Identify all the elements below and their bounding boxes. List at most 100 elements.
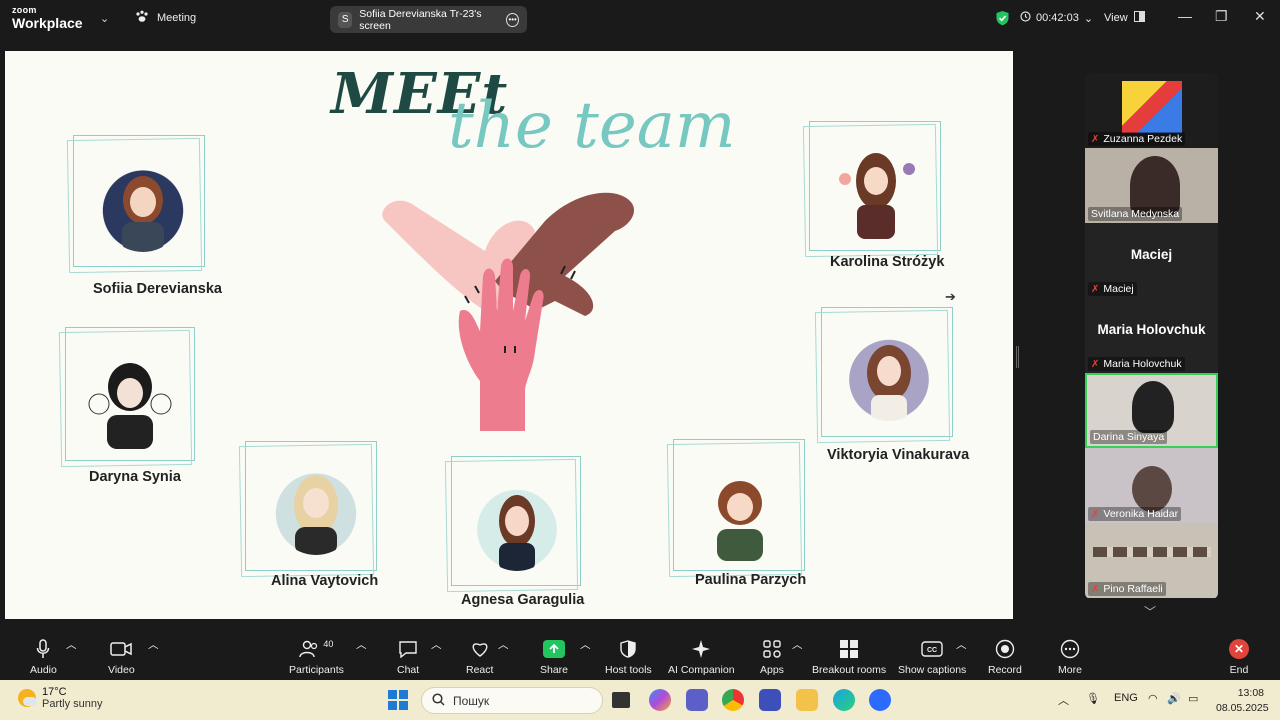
- video-tile[interactable]: Svitlana Medynska: [1085, 148, 1218, 223]
- screen-share-pill[interactable]: S Sofiia Derevianska Tr-23's screen •••: [330, 6, 527, 33]
- participants-label: Participants: [289, 664, 344, 676]
- volume-icon[interactable]: 🔊: [1167, 692, 1181, 705]
- captions-icon: CC: [921, 637, 943, 661]
- participant-label: Darina Sinyaya: [1090, 430, 1168, 444]
- ai-companion-button[interactable]: AI Companion: [668, 637, 735, 676]
- view-label: View: [1104, 12, 1128, 24]
- wifi-icon[interactable]: ◠: [1148, 692, 1158, 705]
- video-tile[interactable]: ✗ Pino Raffaeli: [1085, 523, 1218, 598]
- participant-video: [1132, 466, 1172, 512]
- end-label: End: [1229, 664, 1249, 676]
- video-tile[interactable]: ✗ Veronika Haidar: [1085, 448, 1218, 523]
- video-tile[interactable]: Maria Holovchuk ✗ Maria Holovchuk: [1085, 298, 1218, 373]
- apps-options-caret[interactable]: ︿: [792, 637, 803, 652]
- captions-options-caret[interactable]: ︿: [956, 637, 967, 652]
- windows-start-icon[interactable]: [388, 690, 408, 715]
- participants-count: 40: [323, 639, 334, 649]
- zoom-logo[interactable]: zoom Workplace: [12, 6, 83, 31]
- more-icon: [1060, 637, 1080, 661]
- breakout-rooms-button[interactable]: Breakout rooms: [812, 637, 886, 676]
- more-label: More: [1058, 664, 1082, 676]
- show-captions-label: Show captions: [898, 664, 967, 676]
- shield-icon: [620, 637, 637, 661]
- chrome-icon[interactable]: [722, 689, 744, 711]
- mic-muted-icon: ✗: [1091, 508, 1100, 520]
- file-explorer-icon[interactable]: [796, 689, 818, 711]
- react-options-caret[interactable]: ︿: [498, 637, 509, 652]
- end-meeting-button[interactable]: ✕ End: [1229, 637, 1249, 676]
- maximize-icon[interactable]: ❐: [1215, 8, 1228, 25]
- task-view-icon[interactable]: [612, 692, 630, 708]
- meeting-label: Meeting: [157, 12, 197, 24]
- participants-button[interactable]: 40 Participants: [289, 637, 344, 676]
- meeting-timer[interactable]: 00:42:03 ⌄: [1020, 11, 1093, 25]
- participant-gallery[interactable]: ✗ Zuzanna Pezdek Svitlana Medynska Maciej…: [1085, 73, 1218, 599]
- weather-temperature: 17°C: [42, 686, 67, 698]
- edge-icon[interactable]: [833, 689, 855, 711]
- shared-screen[interactable]: MEEt the team Sofiia Derevianska Daryna …: [5, 51, 1013, 619]
- member-portrait: [100, 160, 186, 252]
- participant-label: ✗ Veronika Haidar: [1088, 507, 1182, 521]
- panel-resize-handle[interactable]: [1016, 346, 1019, 368]
- search-placeholder: Пошук: [453, 693, 490, 708]
- arrow-right-icon: ➔: [945, 289, 956, 304]
- clock-time: 13:08: [1237, 687, 1264, 699]
- save-icon[interactable]: [759, 689, 781, 711]
- close-icon[interactable]: ✕: [1254, 8, 1266, 25]
- taskbar-search[interactable]: Пошук: [421, 687, 603, 714]
- video-tile[interactable]: ✗ Zuzanna Pezdek: [1085, 73, 1218, 148]
- video-tile-active-speaker[interactable]: Darina Sinyaya: [1085, 373, 1218, 448]
- react-button[interactable]: React: [466, 637, 493, 676]
- zoom-app-icon[interactable]: [869, 689, 891, 711]
- host-tools-label: Host tools: [605, 664, 652, 676]
- apps-button[interactable]: Apps: [760, 637, 784, 676]
- view-button[interactable]: View: [1104, 11, 1145, 25]
- audio-button[interactable]: Audio: [30, 637, 57, 676]
- apps-icon: [762, 637, 782, 661]
- teams-icon[interactable]: [686, 689, 708, 711]
- minimize-icon[interactable]: —: [1178, 8, 1192, 24]
- microphone-icon[interactable]: 🎙: [1086, 692, 1100, 705]
- weather-widget[interactable]: 17°C Partly sunny: [18, 686, 103, 710]
- chevron-down-icon[interactable]: ⌄: [100, 12, 109, 25]
- participant-video: [1132, 381, 1174, 433]
- record-button[interactable]: Record: [988, 637, 1022, 676]
- host-tools-button[interactable]: Host tools: [605, 637, 652, 676]
- more-options-icon[interactable]: •••: [506, 12, 519, 27]
- chat-icon: [398, 637, 418, 661]
- system-clock[interactable]: 13:08 08.05.2025: [1216, 686, 1269, 715]
- slide-title-team: the team: [448, 89, 736, 163]
- encryption-shield-icon[interactable]: [995, 10, 1010, 31]
- video-camera-icon: [110, 637, 133, 661]
- participant-label: ✗ Zuzanna Pezdek: [1088, 132, 1186, 146]
- share-options-caret[interactable]: ︿: [580, 637, 591, 652]
- chevron-up-icon[interactable]: ︿: [1058, 692, 1069, 708]
- participant-big-name: Maciej: [1130, 247, 1173, 262]
- language-indicator[interactable]: ENG: [1114, 692, 1138, 704]
- video-button[interactable]: Video: [108, 637, 135, 676]
- logo-big-text: Workplace: [12, 15, 83, 31]
- participant-video: [1093, 547, 1211, 557]
- more-button[interactable]: More: [1058, 637, 1082, 676]
- weather-condition: Partly sunny: [42, 698, 103, 710]
- grid-icon: [1133, 11, 1145, 25]
- video-tile[interactable]: Maciej ✗ Maciej: [1085, 223, 1218, 298]
- audio-options-caret[interactable]: ︿: [66, 637, 77, 652]
- partly-sunny-icon: [18, 689, 37, 707]
- chat-options-caret[interactable]: ︿: [431, 637, 442, 652]
- member-portrait: [833, 139, 919, 239]
- participants-options-caret[interactable]: ︿: [356, 637, 367, 652]
- meeting-menu-button[interactable]: Meeting: [135, 10, 196, 26]
- video-options-caret[interactable]: ︿: [148, 637, 159, 652]
- battery-icon[interactable]: ▭: [1188, 692, 1198, 705]
- copilot-icon[interactable]: [649, 689, 671, 711]
- record-label: Record: [988, 664, 1022, 676]
- share-button[interactable]: Share: [540, 637, 568, 676]
- share-label: Share: [540, 664, 569, 676]
- windows-taskbar: 17°C Partly sunny Пошук ︿ 🎙 ENG ◠ 🔊 ▭ 13…: [0, 680, 1280, 720]
- apps-label: Apps: [760, 664, 784, 676]
- chevron-down-icon[interactable]: ﹀: [1144, 603, 1156, 620]
- mic-muted-icon: ✗: [1091, 583, 1100, 595]
- chat-button[interactable]: Chat: [397, 637, 419, 676]
- participant-name: Veronika Haidar: [1103, 508, 1179, 520]
